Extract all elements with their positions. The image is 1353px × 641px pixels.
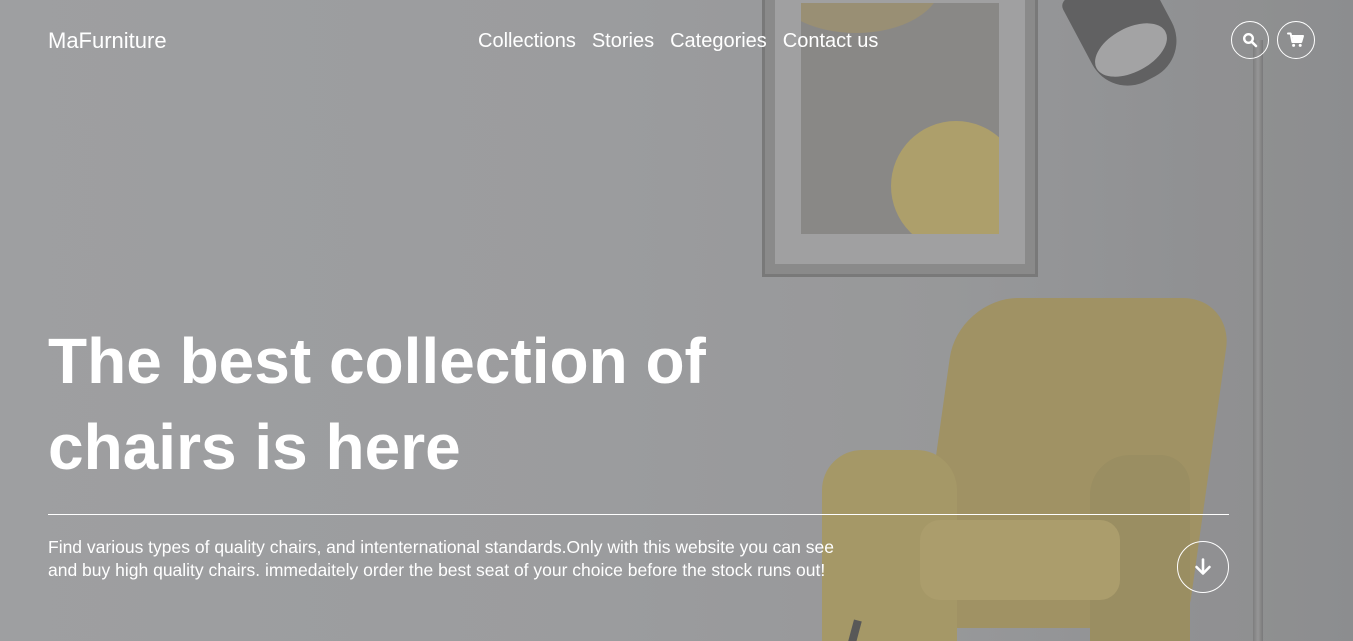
arrow-down-icon [1195,558,1211,575]
main-nav: Collections Stories Categories Contact u… [478,29,878,53]
nav-link-stories[interactable]: Stories [592,29,654,53]
search-icon [1242,32,1258,48]
hero-section: MaFurniture Collections Stories Categori… [0,0,1353,641]
search-button[interactable] [1231,21,1269,59]
nav-link-contact-us[interactable]: Contact us [783,29,879,53]
cart-icon [1287,32,1304,47]
cart-button[interactable] [1277,21,1315,59]
site-header: MaFurniture Collections Stories Categori… [0,0,1353,82]
hero-headline: The best collection of chairs is here [48,325,706,483]
nav-link-collections[interactable]: Collections [478,29,576,53]
scroll-down-button[interactable] [1177,541,1229,593]
nav-link-categories[interactable]: Categories [670,29,767,53]
hero-divider [48,514,1229,515]
brand-logo[interactable]: MaFurniture [48,28,167,54]
hero-description: Find various types of quality chairs, an… [48,537,834,580]
